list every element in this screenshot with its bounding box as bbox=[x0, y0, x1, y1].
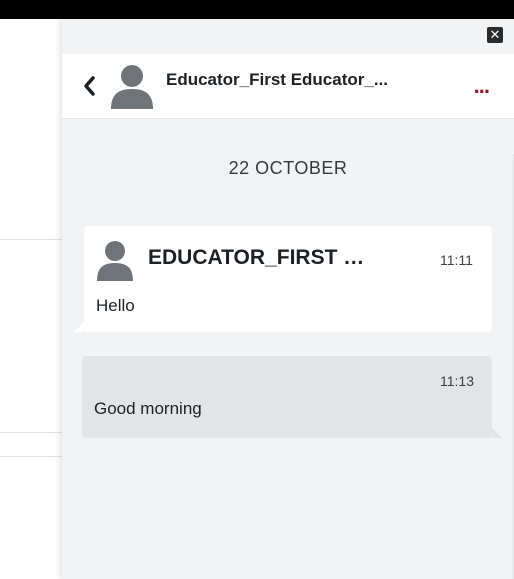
conversation-header: Educator_First Educator_... ... bbox=[62, 54, 514, 119]
message-time: 11:13 bbox=[440, 373, 474, 389]
close-icon: ✕ bbox=[489, 27, 501, 42]
contact-name[interactable]: Educator_First Educator_... bbox=[166, 70, 456, 90]
sender-name: EDUCATOR_FIRST ED... bbox=[148, 246, 378, 269]
background-divider bbox=[0, 456, 62, 457]
sender-avatar-icon bbox=[97, 241, 133, 281]
received-message: EDUCATOR_FIRST ED... 11:11 Hello bbox=[74, 226, 492, 332]
sent-message: 11:13 Good morning bbox=[82, 356, 502, 438]
background-divider bbox=[0, 432, 62, 433]
top-bar bbox=[0, 0, 514, 19]
message-text: Good morning bbox=[94, 399, 202, 418]
more-options-button[interactable]: ... bbox=[474, 75, 490, 97]
message-drawer: ✕ Educator_First Educator_... ... 22 OCT… bbox=[62, 19, 514, 579]
message-text: Hello bbox=[96, 296, 135, 315]
chevron-left-icon[interactable] bbox=[82, 74, 96, 98]
background-divider bbox=[0, 239, 62, 240]
bubble-tail bbox=[74, 322, 84, 332]
close-drawer-button[interactable]: ✕ bbox=[487, 27, 503, 43]
date-separator: 22 OCTOBER bbox=[228, 158, 348, 178]
bubble-tail bbox=[492, 428, 502, 438]
user-avatar-icon[interactable] bbox=[110, 63, 154, 109]
message-time: 11:11 bbox=[440, 252, 473, 268]
